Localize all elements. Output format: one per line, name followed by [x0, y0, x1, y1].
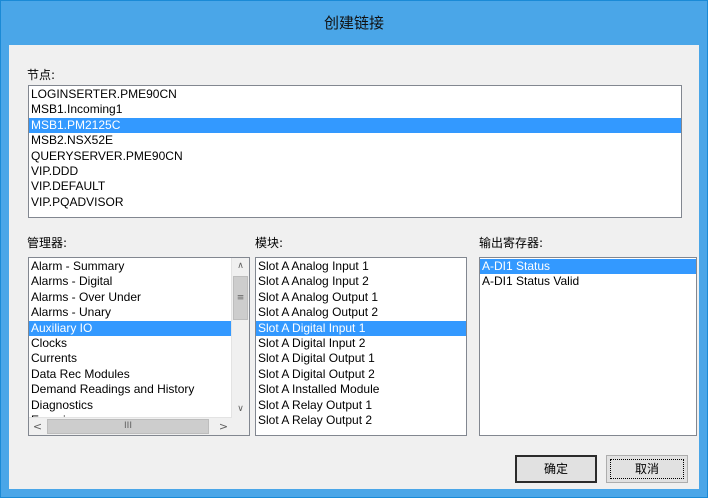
grip-icon: ≡ [236, 293, 245, 303]
chevron-down-icon: ∨ [237, 404, 244, 414]
output-registers-list[interactable]: A-DI1 Status A-DI1 Status Valid [479, 257, 697, 436]
managers-vertical-scrollbar[interactable]: ∧ ≡ ∨ [231, 258, 249, 418]
horizontal-scroll-thumb[interactable]: III [47, 419, 209, 434]
module-list-item[interactable]: Slot A Digital Input 2 [256, 336, 466, 351]
output-registers-label: 输出寄存器: [479, 236, 544, 250]
node-list-item[interactable]: LOGINSERTER.PME90CN [29, 87, 681, 102]
register-list-item[interactable]: A-DI1 Status Valid [480, 274, 696, 289]
manager-list-item[interactable]: Clocks [29, 336, 232, 351]
vertical-scroll-thumb[interactable]: ≡ [233, 276, 248, 320]
modules-list[interactable]: Slot A Analog Input 1 Slot A Analog Input… [255, 257, 467, 436]
managers-list[interactable]: Alarm - Summary Alarms - Digital Alarms - … [29, 259, 232, 418]
node-list-item[interactable]: MSB1.Incoming1 [29, 102, 681, 117]
module-list-item[interactable]: Slot A Installed Module [256, 382, 466, 397]
module-list-item[interactable]: Slot A Relay Output 1 [256, 398, 466, 413]
manager-list-item[interactable]: Alarms - Over Under [29, 290, 232, 305]
scroll-left-button[interactable]: < [29, 418, 46, 435]
node-list-item[interactable]: VIP.DEFAULT [29, 179, 681, 194]
module-list-item[interactable]: Slot A Analog Input 1 [256, 259, 466, 274]
cancel-button-label: 取消 [610, 459, 684, 479]
manager-list-item[interactable]: Alarms - Digital [29, 274, 232, 289]
node-list-item[interactable]: QUERYSERVER.PME90CN [29, 149, 681, 164]
manager-list-item[interactable]: Currents [29, 351, 232, 366]
manager-list-item[interactable]: Auxiliary IO [29, 320, 232, 336]
cancel-button[interactable]: 取消 [606, 455, 688, 483]
scrollbar-corner [232, 418, 249, 435]
scroll-up-button[interactable]: ∧ [232, 258, 249, 275]
scroll-down-button[interactable]: ∨ [232, 401, 249, 418]
grip-icon: III [124, 421, 132, 431]
module-list-item[interactable]: Slot A Digital Output 1 [256, 351, 466, 366]
chevron-right-icon: > [218, 420, 229, 433]
module-list-item[interactable]: Slot A Digital Output 2 [256, 367, 466, 382]
managers-horizontal-scrollbar[interactable]: < III > [29, 417, 232, 435]
module-list-item[interactable]: Slot A Analog Input 2 [256, 274, 466, 289]
module-list-item[interactable]: Slot A Digital Input 1 [256, 320, 466, 336]
node-list-item[interactable]: VIP.PQADVISOR [29, 195, 681, 210]
register-list-item[interactable]: A-DI1 Status [480, 259, 696, 275]
manager-list-item[interactable]: Alarms - Unary [29, 305, 232, 320]
module-list-item[interactable]: Slot A Analog Output 1 [256, 290, 466, 305]
dialog-title: 创建链接 [1, 1, 707, 45]
manager-list-item[interactable]: Alarm - Summary [29, 259, 232, 274]
manager-list-item[interactable]: Diagnostics [29, 398, 232, 413]
dialog-window: 创建链接 节点: LOGINSERTER.PME90CN MSB1.Incomin… [0, 0, 708, 498]
ok-button[interactable]: 确定 [515, 455, 597, 483]
node-list-item[interactable]: VIP.DDD [29, 164, 681, 179]
managers-label: 管理器: [27, 236, 68, 250]
nodes-list[interactable]: LOGINSERTER.PME90CN MSB1.Incoming1 MSB1.PM… [28, 85, 682, 218]
chevron-left-icon: < [32, 420, 43, 433]
managers-listbox[interactable]: Alarm - Summary Alarms - Digital Alarms - … [28, 257, 250, 436]
dialog-client: 节点: LOGINSERTER.PME90CN MSB1.Incoming1 MSB… [9, 45, 699, 489]
chevron-up-icon: ∧ [237, 261, 244, 271]
scroll-right-button[interactable]: > [215, 418, 232, 435]
nodes-label: 节点: [27, 68, 56, 82]
modules-label: 模块: [255, 236, 284, 250]
node-list-item[interactable]: MSB1.PM2125C [29, 117, 681, 134]
module-list-item[interactable]: Slot A Relay Output 2 [256, 413, 466, 428]
manager-list-item[interactable]: Data Rec Modules [29, 367, 232, 382]
module-list-item[interactable]: Slot A Analog Output 2 [256, 305, 466, 320]
manager-list-item[interactable]: Demand Readings and History [29, 382, 232, 397]
node-list-item[interactable]: MSB2.NSX52E [29, 133, 681, 148]
